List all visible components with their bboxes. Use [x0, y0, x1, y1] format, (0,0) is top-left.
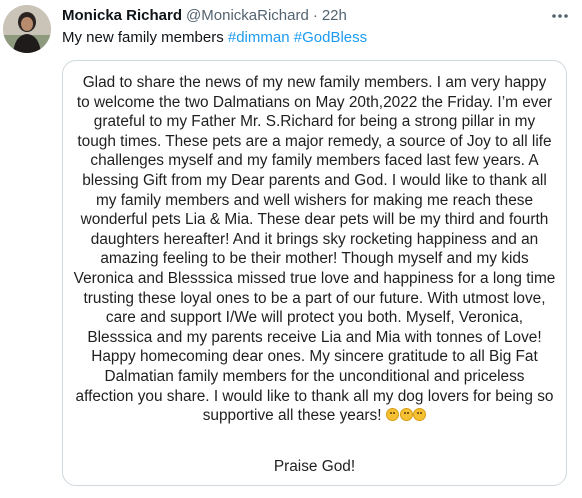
- woozy-face-emoji-icon: [399, 408, 413, 422]
- letter-line-last: supportive all these years!: [73, 406, 556, 426]
- letter-line: to welcome the two Dalmatians on May 20t…: [76, 93, 553, 111]
- letter-line: affection you share. I would like to tha…: [75, 387, 554, 405]
- separator: ·: [312, 7, 318, 24]
- tweet[interactable]: Monicka Richard @MonickaRichard · 22h My…: [0, 0, 582, 498]
- tweet-text: My new family members #dimman #GodBless: [62, 28, 367, 48]
- letter-line: care and support I/We will protect you b…: [105, 309, 524, 327]
- letter-closing: Praise God!: [273, 458, 356, 475]
- letter-line: challenges myself and my family members …: [90, 152, 539, 170]
- letter-line: Happy homecoming dear ones. My sincere g…: [91, 348, 538, 366]
- user-handle[interactable]: @MonickaRichard: [186, 6, 309, 26]
- more-options-button[interactable]: [548, 6, 572, 26]
- letter-line: Veronica and Blesssica missed true love …: [73, 269, 556, 287]
- letter-line: daughters hereafter! And it brings sky r…: [90, 230, 539, 248]
- tweet-header: Monicka Richard @MonickaRichard · 22h: [62, 6, 347, 26]
- letter-line: supportive all these years!: [202, 407, 382, 425]
- display-name[interactable]: Monicka Richard: [62, 6, 182, 26]
- letter-line: Dalmatian family members for the uncondi…: [104, 367, 525, 385]
- profile-photo-icon: [3, 5, 51, 53]
- hashtag-link[interactable]: #GodBless: [294, 29, 367, 46]
- letter-line: grateful to my Father Mr. S.Richard for …: [93, 113, 536, 131]
- laughing-tears-emoji-icon: [386, 408, 400, 422]
- letter-line: blessing Gift from my Dear parents and G…: [82, 171, 547, 189]
- letter-line: wonderful pets Lia & Mia. These dear pet…: [80, 211, 549, 229]
- letter-line: Glad to share the news of my new family …: [82, 74, 547, 91]
- avatar[interactable]: [3, 5, 51, 53]
- letter-line: tough times. These pets are a major reme…: [77, 132, 552, 150]
- letter-text: Glad to share the news of my new family …: [73, 73, 556, 426]
- tongue-out-emoji-icon: [413, 408, 427, 422]
- letter-line: Blesssica and my parents receive Lia and…: [87, 328, 542, 346]
- more-horizontal-icon: [552, 14, 568, 18]
- letter-line: amazing feeling to be their mother! Thou…: [100, 250, 529, 268]
- letter-line: trusting these loyal ones to be a part o…: [83, 289, 546, 307]
- attached-image[interactable]: Glad to share the news of my new family …: [62, 60, 567, 486]
- hashtag-link[interactable]: #dimman: [228, 29, 290, 46]
- timestamp[interactable]: 22h: [322, 6, 347, 26]
- tweet-text-body: My new family members: [62, 29, 224, 46]
- letter-line: my family members and well wishers for m…: [95, 191, 534, 209]
